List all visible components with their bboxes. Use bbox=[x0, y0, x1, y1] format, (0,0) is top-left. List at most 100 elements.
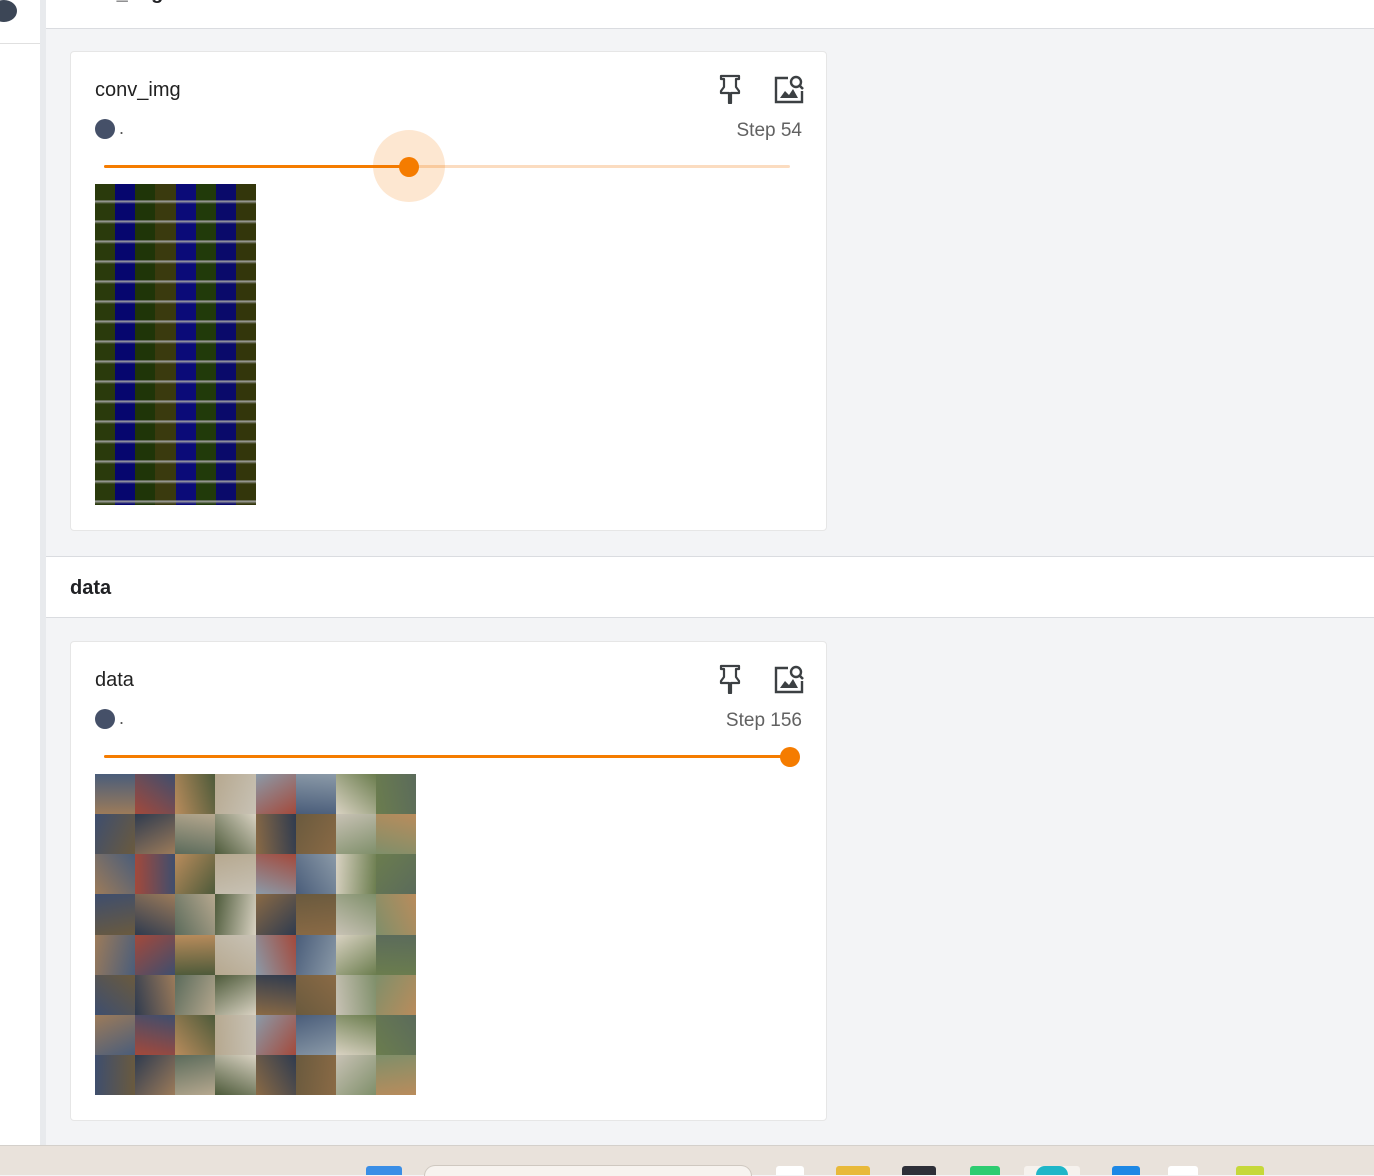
data-image-tile bbox=[135, 854, 176, 895]
data-image-tile bbox=[295, 854, 336, 895]
data-image-tile bbox=[135, 1054, 176, 1095]
data-image-tile bbox=[95, 774, 136, 815]
data-image-tile bbox=[295, 814, 336, 855]
group-header-data[interactable]: data bbox=[46, 556, 1374, 618]
data-image-tile bbox=[375, 974, 416, 1015]
data-image-tile bbox=[335, 814, 376, 855]
data-image-tile bbox=[255, 854, 296, 895]
data-image-tile bbox=[255, 934, 296, 975]
conv-img-image[interactable] bbox=[95, 184, 256, 505]
data-image-tile bbox=[95, 814, 136, 855]
data-image-tile bbox=[255, 814, 296, 855]
data-image-tile bbox=[135, 894, 176, 935]
data-image-tile bbox=[375, 814, 416, 855]
image-card-conv-img: conv_img . Step 54 bbox=[70, 51, 827, 531]
run-label: . bbox=[119, 118, 125, 138]
image-card-data: data . Step 156 bbox=[70, 641, 827, 1121]
data-image-tile bbox=[215, 814, 256, 855]
conv-feature-column bbox=[235, 184, 256, 505]
left-sidebar bbox=[0, 0, 41, 1145]
data-image-tile bbox=[215, 934, 256, 975]
data-image-tile bbox=[175, 1054, 216, 1095]
data-image-tile bbox=[95, 974, 136, 1015]
data-image-tile bbox=[375, 854, 416, 895]
conv-feature-column bbox=[175, 184, 196, 505]
run-color-dot bbox=[95, 119, 115, 139]
data-image-tile bbox=[295, 1054, 336, 1095]
data-image-tile bbox=[335, 1054, 376, 1095]
data-image-tile bbox=[215, 1054, 256, 1095]
data-image-tile bbox=[135, 934, 176, 975]
taskbar bbox=[0, 1145, 1374, 1176]
data-image-tile bbox=[335, 774, 376, 815]
conv-feature-column bbox=[155, 184, 176, 505]
card-title: data bbox=[95, 669, 134, 691]
data-image-tile bbox=[295, 974, 336, 1015]
data-image-tile bbox=[215, 1014, 256, 1055]
data-image-tile bbox=[175, 974, 216, 1015]
data-image-tile bbox=[175, 1014, 216, 1055]
data-image-tile bbox=[375, 774, 416, 815]
conv-feature-column bbox=[215, 184, 236, 505]
data-image-tile bbox=[175, 934, 216, 975]
group-title: data bbox=[70, 577, 112, 599]
step-label: Step 156 bbox=[725, 710, 802, 731]
data-image-tile bbox=[255, 974, 296, 1015]
run-label: . bbox=[119, 708, 125, 728]
data-image-tile bbox=[255, 1054, 296, 1095]
data-image-tile bbox=[175, 854, 216, 895]
slider-thumb[interactable] bbox=[780, 747, 800, 767]
data-image-tile bbox=[215, 774, 256, 815]
data-image-tile bbox=[175, 894, 216, 935]
conv-feature-column bbox=[195, 184, 216, 505]
slider-fill bbox=[104, 755, 790, 758]
data-image-tile bbox=[255, 774, 296, 815]
data-image-tile bbox=[375, 1054, 416, 1095]
slider-thumb[interactable] bbox=[398, 157, 419, 177]
sidebar-divider bbox=[0, 43, 40, 44]
pin-icon[interactable] bbox=[714, 662, 746, 696]
data-image-tile bbox=[215, 974, 256, 1015]
run-color-dot bbox=[95, 709, 115, 729]
data-image-tile bbox=[335, 1014, 376, 1055]
data-image-tile bbox=[295, 934, 336, 975]
data-image-tile bbox=[175, 814, 216, 855]
data-image-tile bbox=[215, 854, 256, 895]
conv-feature-column bbox=[95, 184, 116, 505]
conv-feature-column bbox=[115, 184, 136, 505]
step-label: Step 54 bbox=[736, 120, 803, 141]
data-image-tile bbox=[135, 814, 176, 855]
data-image-tile bbox=[375, 894, 416, 935]
data-image-tile bbox=[335, 854, 376, 895]
pin-icon[interactable] bbox=[714, 72, 746, 106]
slider-fill bbox=[104, 165, 409, 168]
group-header-conv-img[interactable]: conv_img bbox=[46, 0, 1374, 29]
data-image-tile bbox=[135, 974, 176, 1015]
data-image-tile bbox=[95, 1014, 136, 1055]
conv-feature-column bbox=[135, 184, 156, 505]
step-slider[interactable] bbox=[104, 130, 790, 202]
data-image-tile bbox=[295, 1014, 336, 1055]
image-search-icon[interactable] bbox=[773, 662, 805, 696]
data-image-tile bbox=[215, 894, 256, 935]
data-image-tile bbox=[335, 934, 376, 975]
data-image-tile bbox=[135, 774, 176, 815]
data-image-tile bbox=[295, 774, 336, 815]
data-image-tile bbox=[95, 854, 136, 895]
data-image[interactable] bbox=[95, 774, 416, 1095]
data-image-tile bbox=[255, 1014, 296, 1055]
data-image-tile bbox=[255, 894, 296, 935]
data-image-tile bbox=[335, 974, 376, 1015]
group-title: conv_img bbox=[70, 0, 163, 5]
data-image-tile bbox=[335, 894, 376, 935]
sidebar-avatar[interactable] bbox=[0, 0, 17, 22]
step-slider[interactable] bbox=[104, 742, 800, 772]
search-box[interactable] bbox=[424, 1165, 752, 1176]
data-image-tile bbox=[95, 1054, 136, 1095]
data-image-tile bbox=[375, 1014, 416, 1055]
card-title: conv_img bbox=[95, 79, 181, 101]
data-image-tile bbox=[95, 894, 136, 935]
data-image-tile bbox=[95, 934, 136, 975]
data-image-tile bbox=[175, 774, 216, 815]
image-search-icon[interactable] bbox=[773, 72, 805, 106]
